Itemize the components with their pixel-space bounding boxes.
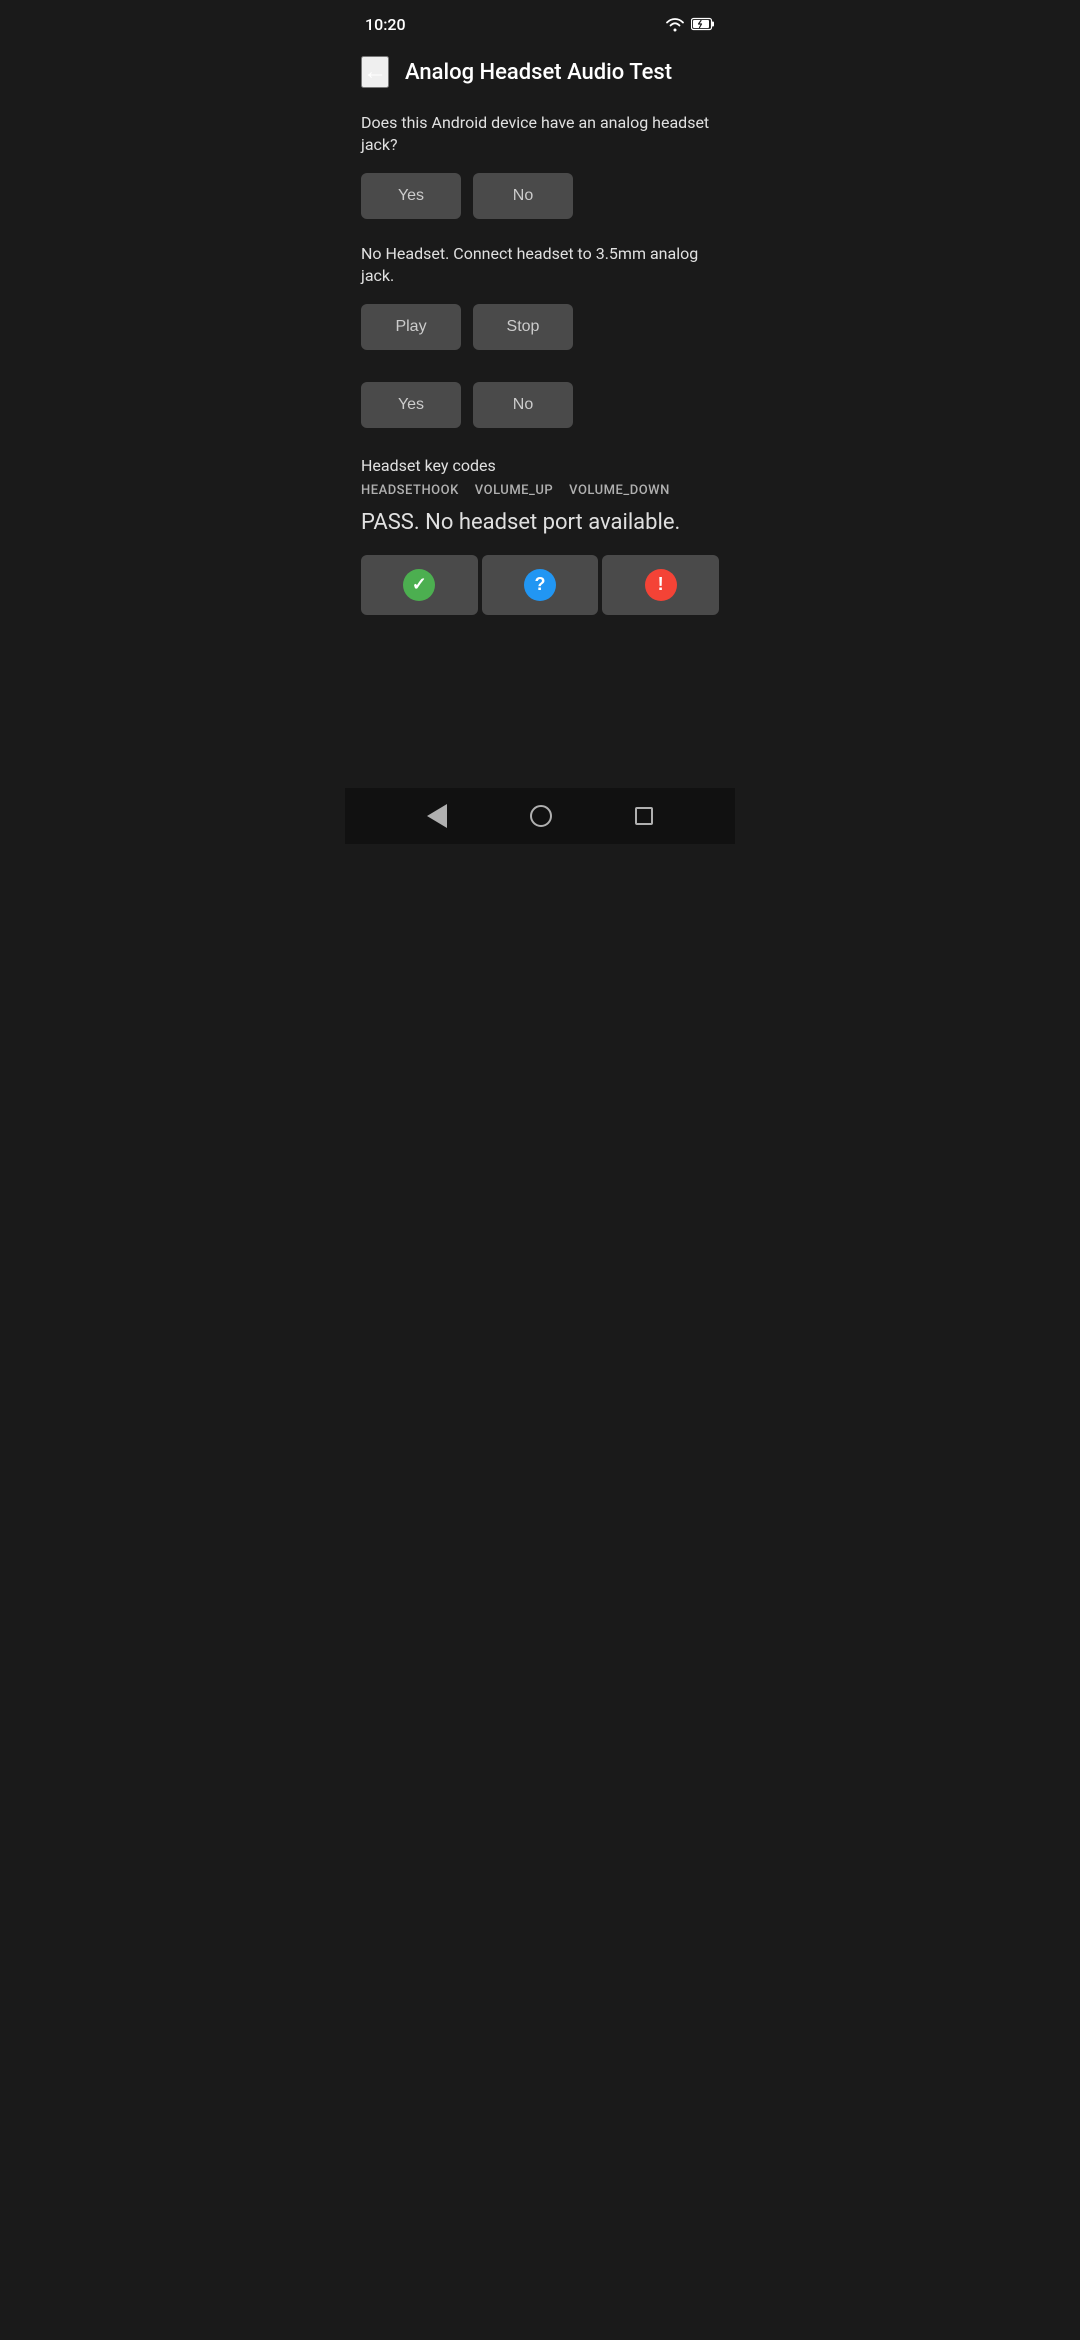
help-icon: ? [524,569,556,601]
fail-action-button[interactable]: ! [602,555,719,615]
yes-button-1[interactable]: Yes [361,173,461,219]
headset-question: Does this Android device have an analog … [361,112,719,157]
content-area: Does this Android device have an analog … [345,104,735,788]
status-bar: 10:20 [345,0,735,44]
page-title: Analog Headset Audio Test [405,60,672,85]
key-code-volume-down: VOLUME_DOWN [569,483,670,498]
key-code-volume-up: VOLUME_UP [475,483,553,498]
pass-action-button[interactable]: ✓ [361,555,478,615]
nav-home-button[interactable] [522,797,560,835]
nav-recents-button[interactable] [627,799,661,833]
recents-square-icon [635,807,653,825]
play-stop-buttons: Play Stop [361,304,719,350]
top-bar: ← Analog Headset Audio Test [345,44,735,104]
key-codes-label: Headset key codes [361,456,719,475]
wifi-icon [665,16,685,32]
nav-bar [345,788,735,844]
back-triangle-icon [427,804,447,828]
nav-back-button[interactable] [419,796,455,836]
home-circle-icon [530,805,552,827]
yes-no-buttons-1: Yes No [361,173,719,219]
status-icons [665,16,715,32]
battery-icon [691,17,715,31]
help-action-button[interactable]: ? [482,555,599,615]
action-buttons-row: ✓ ? ! [361,555,719,615]
yes-no-buttons-2: Yes No [361,382,719,428]
fail-icon: ! [645,569,677,601]
no-button-1[interactable]: No [473,173,573,219]
status-time: 10:20 [365,15,406,34]
pass-status-text: PASS. No headset port available. [361,510,719,535]
key-codes-row: HEADSETHOOK VOLUME_UP VOLUME_DOWN [361,483,719,498]
back-button[interactable]: ← [361,56,389,88]
yes-button-2[interactable]: Yes [361,382,461,428]
key-code-hook: HEADSETHOOK [361,483,459,498]
headset-instruction: No Headset. Connect headset to 3.5mm ana… [361,243,719,288]
pass-icon: ✓ [403,569,435,601]
stop-button[interactable]: Stop [473,304,573,350]
play-button[interactable]: Play [361,304,461,350]
no-button-2[interactable]: No [473,382,573,428]
